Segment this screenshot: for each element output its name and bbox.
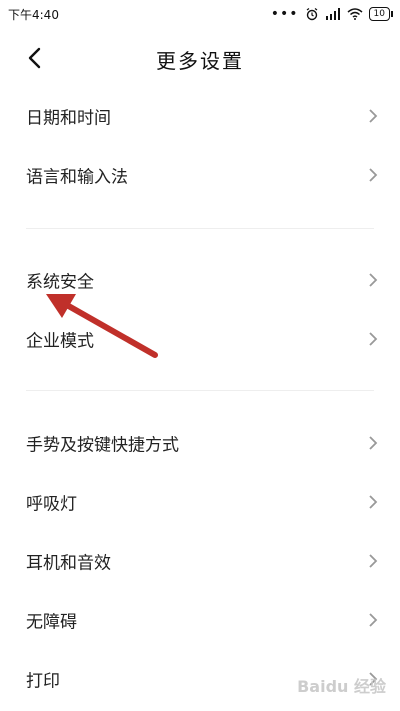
watermark-text: Baidu 经验	[297, 677, 386, 696]
more-notifications-icon: •••	[270, 6, 299, 22]
menu-item-label: 系统安全	[26, 272, 94, 293]
menu-item-enterprise-mode[interactable]: 企业模式	[0, 310, 400, 368]
status-time: 下午4:40	[8, 7, 59, 22]
menu-item-label: 日期和时间	[26, 108, 111, 129]
chevron-right-icon	[369, 168, 378, 182]
status-bar: 下午4:40 ••• 10	[0, 0, 400, 28]
chevron-right-icon	[369, 436, 378, 450]
menu-item-system-security[interactable]: 系统安全	[0, 251, 400, 309]
chevron-right-icon	[369, 613, 378, 627]
status-icons: ••• 10	[270, 6, 394, 22]
menu-item-notification-light[interactable]: 呼吸灯	[0, 473, 400, 531]
menu-item-label: 语言和输入法	[26, 167, 128, 188]
menu-item-label: 打印	[26, 671, 60, 692]
battery-icon: 10	[368, 7, 394, 21]
menu-item-language-input[interactable]: 语言和输入法	[0, 146, 400, 204]
wifi-icon	[347, 8, 363, 20]
menu-item-headphones-audio[interactable]: 耳机和音效	[0, 532, 400, 590]
chevron-right-icon	[369, 554, 378, 568]
menu-item-accessibility[interactable]: 无障碍	[0, 591, 400, 649]
menu-item-label: 耳机和音效	[26, 553, 111, 574]
section-divider	[26, 228, 374, 229]
menu-item-label: 无障碍	[26, 612, 77, 633]
section-divider	[26, 390, 374, 391]
chevron-right-icon	[369, 495, 378, 509]
menu-item-gestures-shortcuts[interactable]: 手势及按键快捷方式	[0, 414, 400, 472]
chevron-right-icon	[369, 273, 378, 287]
chevron-right-icon	[369, 109, 378, 123]
menu-item-label: 手势及按键快捷方式	[26, 435, 179, 456]
signal-icon	[325, 8, 340, 20]
menu-item-date-time[interactable]: 日期和时间	[0, 87, 400, 145]
menu-item-label: 呼吸灯	[26, 494, 77, 515]
alarm-icon	[306, 8, 317, 21]
page-title: 更多设置	[156, 49, 244, 73]
chevron-right-icon	[369, 332, 378, 346]
menu-item-label: 企业模式	[26, 331, 94, 352]
page-header: 更多设置	[0, 36, 400, 80]
